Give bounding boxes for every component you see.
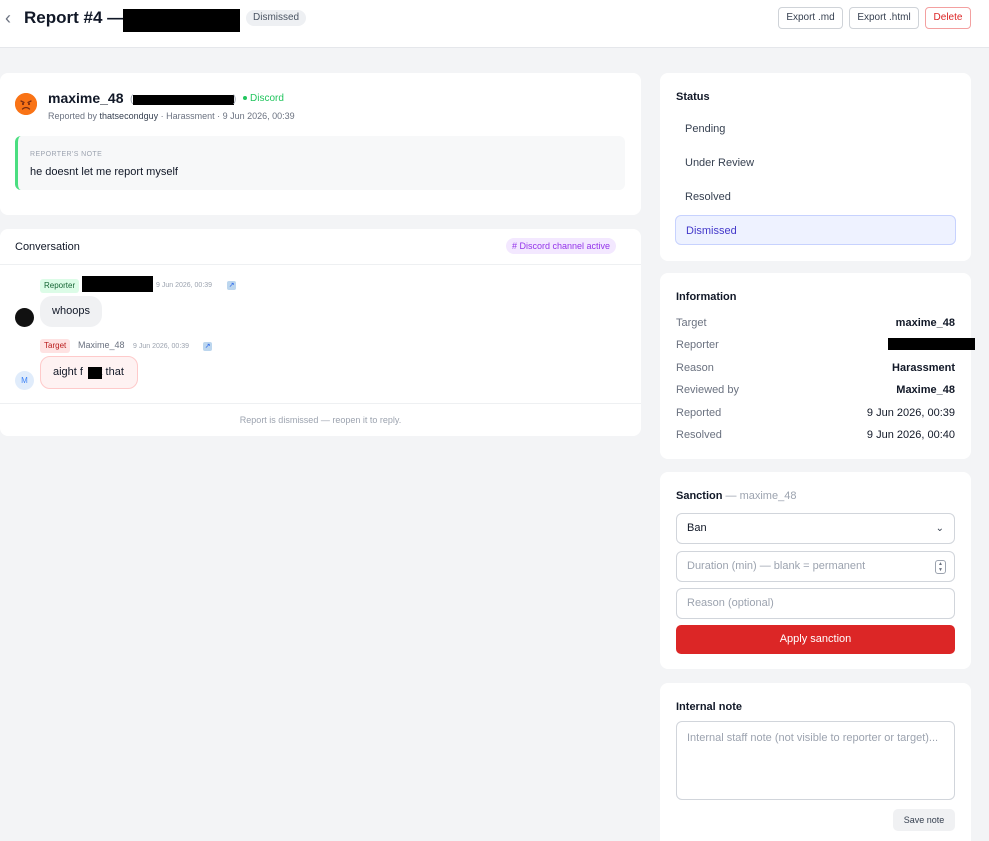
target-tag: Target [40, 339, 71, 353]
info-label: Resolved [676, 429, 722, 441]
platform-label: Discord [250, 93, 284, 104]
reporter-note-text: he doesnt let me report myself [30, 166, 178, 178]
report-summary-card: maxime_48 ( ) Discord Reported by thatse… [0, 73, 641, 215]
duration-input[interactable]: Duration (min) — blank = permanent ▲ ▼ [676, 551, 955, 582]
redacted-reporter-name [82, 276, 153, 292]
top-bar: ‹ Report #4 — Dismissed Export .md Expor… [0, 0, 989, 48]
target-username: maxime_48 [48, 90, 124, 106]
status-card: Status Pending Under Review Resolved Dis… [660, 73, 971, 261]
status-option-dismissed[interactable]: Dismissed [675, 215, 956, 245]
internal-note-title: Internal note [676, 701, 743, 713]
reporter-note-title: REPORTER'S NOTE [30, 151, 103, 158]
information-card: Information Target maxime_48 Reporter Re… [660, 273, 975, 459]
chevron-down-icon: ⌄ [935, 523, 944, 534]
sanction-card: Sanction — maxime_48 Ban ⌄ Duration (min… [660, 472, 971, 669]
external-link-icon[interactable]: ↗ [203, 342, 212, 351]
info-value: maxime_48 [895, 317, 955, 329]
sanction-subject: — maxime_48 [725, 490, 797, 502]
status-option-under-review[interactable]: Under Review [675, 148, 956, 178]
info-label: Reported [676, 407, 722, 419]
message-time: 9 Jun 2026, 00:39 [156, 282, 213, 289]
redacted-reporter [888, 338, 975, 350]
redacted-user-id [133, 95, 234, 105]
duration-placeholder: Duration (min) — blank = permanent [687, 560, 866, 572]
export-html-button[interactable]: Export .html [849, 7, 919, 29]
info-row-reported: Reported 9 Jun 2026, 00:39 [676, 407, 955, 421]
conversation-title: Conversation [15, 241, 80, 253]
save-note-button[interactable]: Save note [893, 809, 955, 831]
message-text-before: aight f [53, 366, 83, 378]
info-label: Reviewed by [676, 384, 739, 396]
status-option-resolved[interactable]: Resolved [675, 182, 956, 212]
reason-placeholder: Reason (optional) [687, 597, 774, 609]
angry-face-icon [15, 93, 37, 115]
redacted-title-block [123, 9, 240, 32]
info-row-reviewed-by: Reviewed by Maxime_48 [676, 384, 955, 398]
redacted-word [88, 367, 102, 379]
sanction-type-select[interactable]: Ban ⌄ [676, 513, 955, 544]
info-row-reason: Reason Harassment [676, 362, 955, 376]
avatar: M [15, 371, 34, 390]
channel-active-chip: # Discord channel active [506, 238, 617, 254]
message-bubble: aight fk that [40, 356, 138, 389]
reporter-tag: Reporter [40, 279, 80, 293]
info-value: Maxime_48 [896, 384, 955, 396]
external-link-icon[interactable]: ↗ [227, 281, 236, 290]
page-title: Report #4 — [24, 8, 125, 27]
delete-button[interactable]: Delete [925, 7, 971, 29]
message-time: 9 Jun 2026, 00:39 [133, 343, 190, 350]
sanction-title-label: Sanction [676, 490, 723, 502]
info-value: Harassment [892, 362, 955, 374]
sanction-title: Sanction — maxime_48 [676, 490, 796, 502]
internal-note-card: Internal note Internal staff note (not v… [660, 683, 971, 841]
platform-dot-icon [243, 96, 247, 100]
message-bubble: whoops [40, 296, 102, 327]
reason-input[interactable]: Reason (optional) [676, 588, 955, 619]
target-name: Maxime_48 [78, 340, 125, 350]
info-label: Reason [676, 362, 714, 374]
paren-close: ) [233, 94, 237, 105]
export-md-button[interactable]: Export .md [778, 7, 843, 29]
info-value: 9 Jun 2026, 00:40 [866, 429, 955, 441]
info-label: Target [676, 317, 707, 329]
apply-sanction-button[interactable]: Apply sanction [676, 625, 955, 654]
conversation-card: Conversation # Discord channel active Re… [0, 229, 641, 436]
conversation-footer: Report is dismissed — reopen it to reply… [239, 415, 402, 425]
divider [0, 403, 641, 404]
sanction-type-value: Ban [687, 522, 707, 534]
info-row-resolved: Resolved 9 Jun 2026, 00:40 [676, 429, 955, 443]
information-title: Information [676, 291, 737, 303]
info-row-target: Target maxime_48 [676, 317, 955, 331]
status-title: Status [676, 91, 710, 103]
divider [0, 264, 641, 265]
angry-face-svg [15, 93, 37, 115]
stepper-icon[interactable]: ▲ ▼ [935, 560, 946, 574]
reporter-note: REPORTER'S NOTE he doesnt let me report … [15, 136, 625, 190]
info-value: 9 Jun 2026, 00:39 [866, 407, 955, 419]
status-option-pending[interactable]: Pending [675, 114, 956, 144]
info-label: Reporter [676, 339, 719, 351]
internal-note-textarea[interactable]: Internal staff note (not visible to repo… [676, 721, 955, 800]
info-row-reporter: Reporter [676, 338, 975, 353]
reported-suffix: · Harassment · 9 Jun 2026, 00:39 [160, 111, 295, 121]
chevron-left-icon[interactable]: ‹ [2, 8, 14, 28]
reporter-name: thatsecondguy [99, 111, 159, 121]
reported-meta: Reported by thatsecondguy · Harassment ·… [48, 111, 295, 121]
reported-by-prefix: Reported by [48, 111, 98, 121]
status-badge: Dismissed [246, 10, 307, 26]
avatar [15, 308, 34, 327]
